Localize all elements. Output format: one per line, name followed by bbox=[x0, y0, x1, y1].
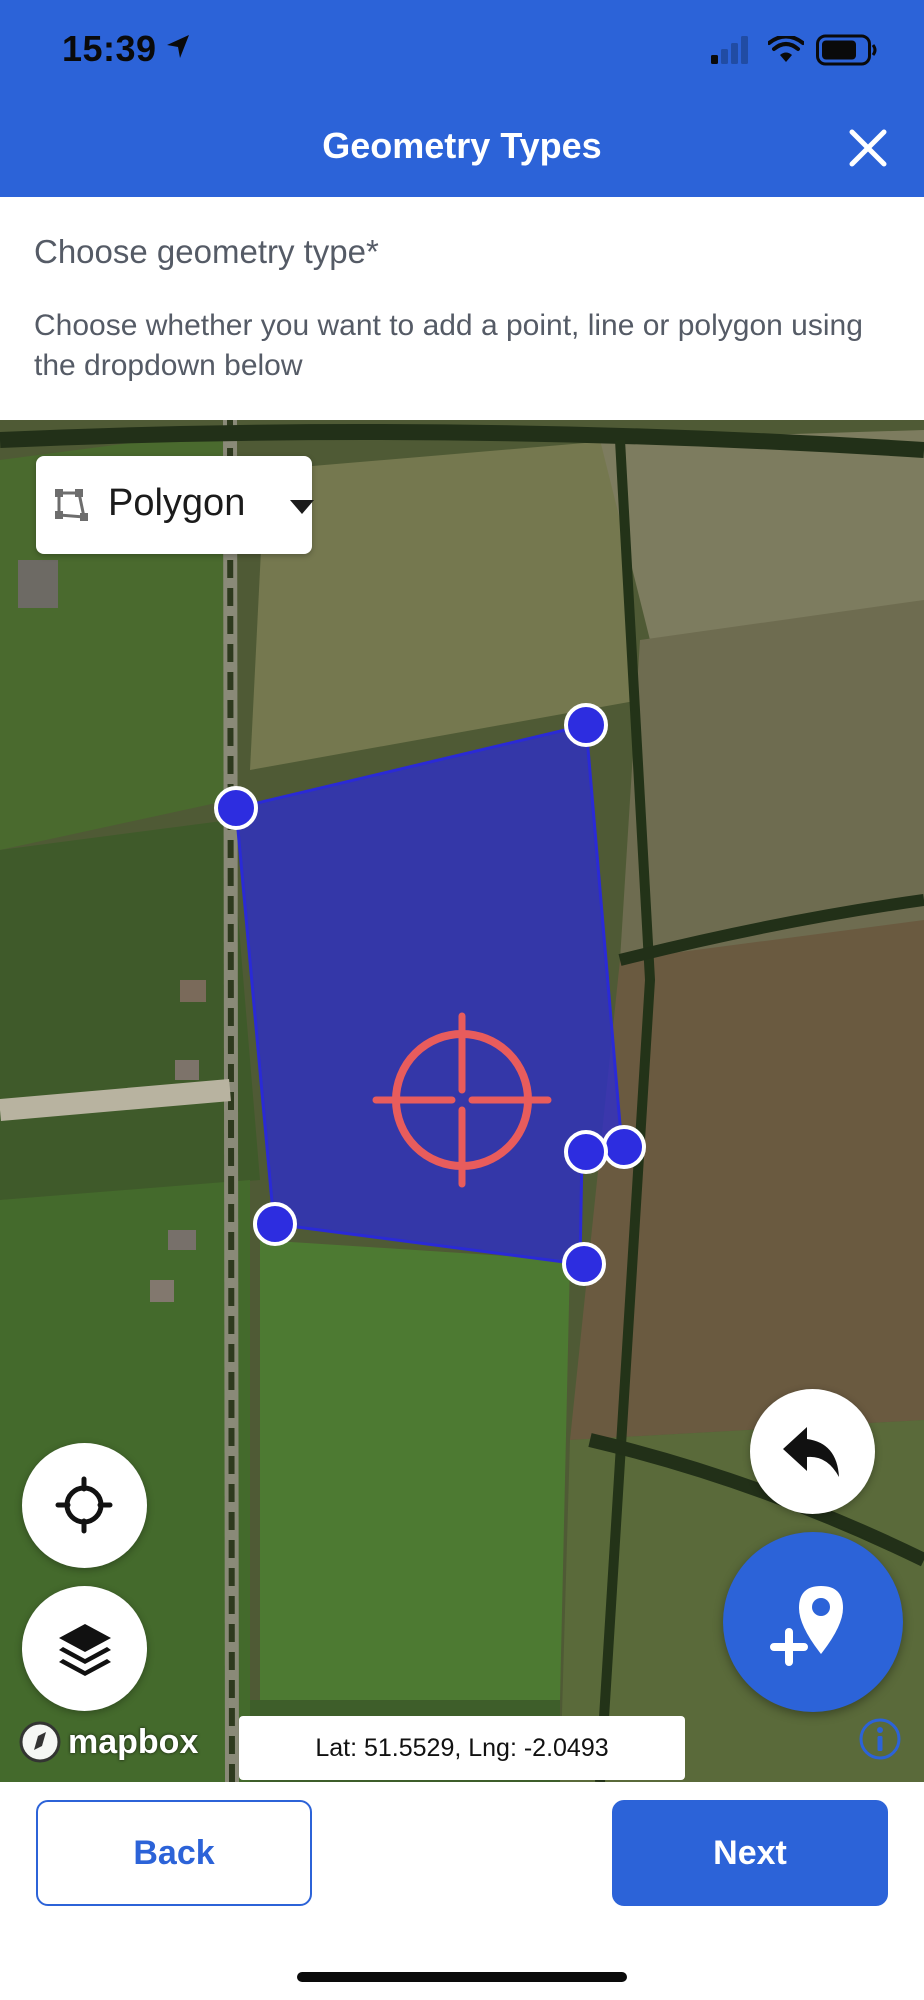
close-icon[interactable] bbox=[846, 126, 890, 170]
mapbox-attribution: mapbox bbox=[18, 1720, 208, 1764]
chevron-down-icon bbox=[290, 500, 314, 514]
map-layers-button[interactable] bbox=[22, 1586, 147, 1711]
question-hint: Choose whether you want to add a point, … bbox=[34, 309, 863, 382]
app-header: 15:39 Geometry Types bbox=[0, 0, 924, 197]
location-arrow-icon bbox=[167, 35, 189, 58]
home-indicator bbox=[297, 1972, 627, 1982]
undo-icon bbox=[783, 1427, 839, 1477]
drawn-polygon bbox=[234, 723, 624, 1266]
status-time: 15:39 bbox=[62, 28, 157, 69]
add-point-button[interactable] bbox=[723, 1532, 903, 1712]
undo-button[interactable] bbox=[750, 1389, 875, 1514]
question-label: Choose geometry type* bbox=[34, 233, 379, 270]
cellular-signal-icon bbox=[711, 36, 748, 64]
mapbox-wordmark: mapbox bbox=[68, 1723, 199, 1761]
next-button[interactable]: Next bbox=[612, 1800, 888, 1906]
mapbox-logo-icon bbox=[19, 1721, 61, 1763]
info-icon[interactable] bbox=[858, 1717, 902, 1761]
page-title: Geometry Types bbox=[322, 125, 602, 166]
layers-icon bbox=[59, 1624, 111, 1676]
geometry-type-dropdown[interactable]: Polygon bbox=[36, 456, 314, 554]
status-bar: 15:39 bbox=[0, 0, 924, 100]
battery-icon bbox=[816, 34, 877, 66]
back-button[interactable]: Back bbox=[36, 1800, 312, 1906]
add-point-icon bbox=[770, 1586, 843, 1666]
polygon-icon bbox=[55, 489, 88, 521]
locate-icon bbox=[55, 1476, 113, 1534]
locate-me-button[interactable] bbox=[22, 1443, 147, 1568]
wifi-icon bbox=[768, 36, 804, 62]
geometry-type-value: Polygon bbox=[108, 482, 246, 524]
coordinates-readout: Lat: 51.5529, Lng: -2.0493 bbox=[239, 1716, 685, 1780]
